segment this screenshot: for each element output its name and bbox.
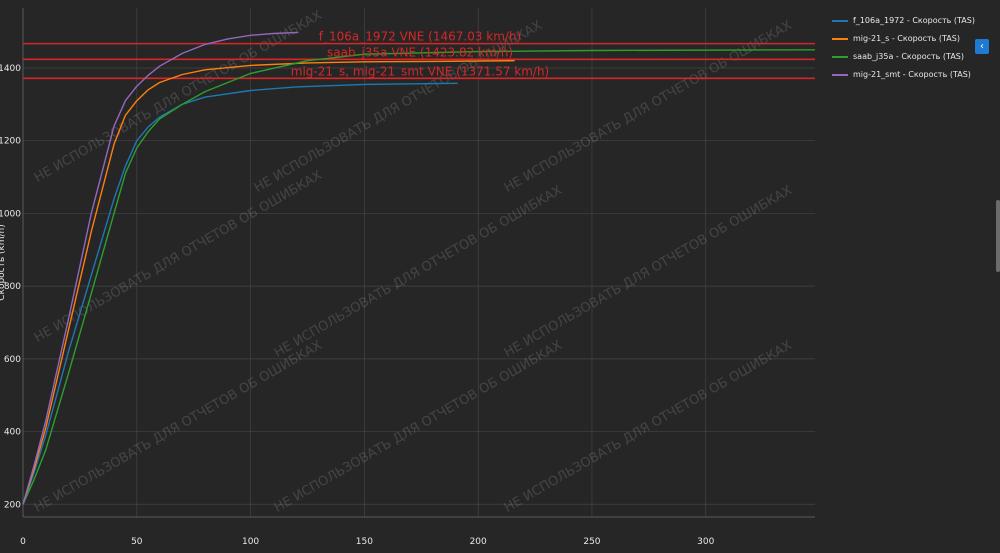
- x-tick-label-1: 50: [131, 537, 143, 547]
- watermark-text-8: НЕ ИСПОЛЬЗОВАТЬ ДЛЯ ОТЧЕТОВ ОБ ОШИБКАХ: [502, 338, 795, 516]
- watermark-text-2: НЕ ИСПОЛЬЗОВАТЬ ДЛЯ ОТЧЕТОВ ОБ ОШИБКАХ: [502, 18, 795, 196]
- watermark-text-4: НЕ ИСПОЛЬЗОВАТЬ ДЛЯ ОТЧЕТОВ ОБ ОШИБКАХ: [272, 183, 565, 361]
- y-tick-label-6: 1400: [0, 64, 21, 74]
- x-tick-label-4: 200: [470, 537, 487, 547]
- legend-swatch-mig21smt: [832, 73, 848, 76]
- vne-label-0: f_106a_1972 VNE (1467.03 km/h): [319, 30, 522, 44]
- legend-label-mig21smt: mig-21_smt - Скорость (TAS): [853, 70, 971, 79]
- legend: f_106a_1972 - Скорость (TAS) mig-21_s - …: [832, 12, 982, 84]
- y-tick-label-1: 400: [4, 428, 21, 438]
- watermark-text-5: НЕ ИСПОЛЬЗОВАТЬ ДЛЯ ОТЧЕТОВ ОБ ОШИБКАХ: [502, 183, 795, 361]
- x-tick-label-2: 100: [242, 537, 259, 547]
- legend-swatch-mig21s: [832, 37, 848, 40]
- y-tick-label-5: 1200: [0, 137, 21, 147]
- x-tick-label-3: 150: [356, 537, 373, 547]
- x-tick-label-0: 0: [20, 537, 26, 547]
- legend-swatch-saab-j35a: [832, 55, 848, 58]
- legend-label-mig21s: mig-21_s - Скорость (TAS): [853, 34, 960, 43]
- y-tick-label-4: 1000: [0, 209, 21, 219]
- chevron-left-icon: ‹: [980, 41, 984, 52]
- legend-item-saab-j35a[interactable]: saab_j35a - Скорость (TAS): [832, 48, 982, 66]
- legend-collapse-button[interactable]: ‹: [975, 39, 989, 54]
- legend-item-mig21s[interactable]: mig-21_s - Скорость (TAS): [832, 30, 982, 48]
- watermark-text-0: НЕ ИСПОЛЬЗОВАТЬ ДЛЯ ОТЧЕТОВ ОБ ОШИБКАХ: [32, 8, 325, 186]
- legend-label-saab-j35a: saab_j35a - Скорость (TAS): [853, 52, 964, 61]
- vne-label-1: saab_j35a VNE (1423.82 km/h): [327, 45, 513, 59]
- watermark-text-6: НЕ ИСПОЛЬЗОВАТЬ ДЛЯ ОТЧЕТОВ ОБ ОШИБКАХ: [32, 338, 325, 516]
- y-tick-label-2: 600: [4, 355, 21, 365]
- legend-item-mig21smt[interactable]: mig-21_smt - Скорость (TAS): [832, 66, 982, 84]
- legend-swatch-f106a: [832, 19, 848, 22]
- series-line-mig21s: [22, 60, 515, 505]
- x-tick-label-6: 300: [697, 537, 714, 547]
- y-tick-label-0: 200: [4, 500, 21, 510]
- side-scroll-handle[interactable]: [996, 200, 1000, 272]
- x-tick-label-5: 250: [583, 537, 600, 547]
- watermark-text-3: НЕ ИСПОЛЬЗОВАТЬ ДЛЯ ОТЧЕТОВ ОБ ОШИБКАХ: [32, 168, 325, 346]
- y-axis-title: Скорость (km/h): [0, 224, 7, 301]
- legend-label-f106a: f_106a_1972 - Скорость (TAS): [853, 16, 975, 25]
- vne-label-2: mig-21_s, mig-21_smt VNE (1371.57 km/h): [291, 64, 550, 78]
- legend-item-f106a[interactable]: f_106a_1972 - Скорость (TAS): [832, 12, 982, 30]
- watermark-text-7: НЕ ИСПОЛЬЗОВАТЬ ДЛЯ ОТЧЕТОВ ОБ ОШИБКАХ: [272, 338, 565, 516]
